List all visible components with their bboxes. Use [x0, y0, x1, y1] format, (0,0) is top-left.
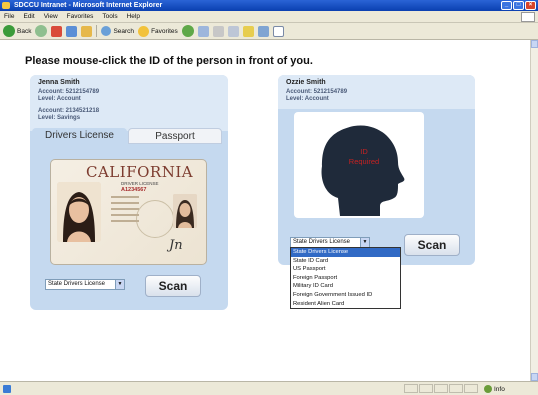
zone-icon: [484, 385, 492, 393]
menu-view[interactable]: View: [44, 13, 58, 20]
maximize-icon[interactable]: □: [513, 1, 524, 10]
window-title-bar: SDCCU Intranet - Microsoft Internet Expl…: [0, 0, 538, 11]
tab-drivers-license[interactable]: Drivers License: [32, 128, 127, 144]
vertical-scrollbar[interactable]: [530, 40, 538, 381]
mail-icon[interactable]: [212, 25, 224, 37]
close-icon[interactable]: ×: [525, 1, 536, 10]
search-button[interactable]: Search: [101, 26, 134, 36]
refresh-icon[interactable]: [66, 25, 78, 37]
page-instruction: Please mouse-click the ID of the person …: [25, 55, 313, 67]
option-foreign-passport[interactable]: Foreign Passport: [291, 274, 400, 283]
license-number: A1234567: [121, 187, 147, 193]
chevron-down-icon[interactable]: ▼: [115, 280, 124, 289]
favorites-label: Favorites: [151, 27, 178, 35]
license-signature: Jn: [169, 238, 183, 253]
left-select-value: State Drivers License: [48, 281, 106, 287]
scroll-down-icon[interactable]: [531, 373, 538, 381]
license-state: CALIFORNIA: [86, 163, 194, 181]
license-subtitle: DRIVER LICENSE: [121, 181, 159, 186]
drivers-license-card[interactable]: CALIFORNIA DRIVER LICENSE A1234567 Jn: [50, 159, 207, 265]
menu-edit[interactable]: Edit: [23, 13, 34, 20]
id-label-line2: Required: [348, 157, 380, 166]
zone-label: Info: [494, 385, 505, 393]
discuss-icon[interactable]: [272, 25, 284, 37]
option-state-drivers-license[interactable]: State Drivers License: [291, 248, 400, 257]
favorites-button[interactable]: Favorites: [138, 25, 178, 37]
id-label-line1: ID: [360, 147, 368, 156]
license-text-lines: [111, 196, 139, 226]
home-icon[interactable]: [81, 25, 93, 37]
scroll-up-icon[interactable]: [531, 40, 538, 48]
back-label: Back: [17, 27, 32, 35]
option-state-id-card[interactable]: State ID Card: [291, 257, 400, 266]
history-icon[interactable]: [197, 25, 209, 37]
search-icon: [101, 26, 112, 36]
option-foreign-government-id[interactable]: Foreign Government Issued ID: [291, 291, 400, 300]
status-bar: Info: [0, 381, 538, 395]
back-arrow-icon: [3, 25, 15, 37]
menu-favorites[interactable]: Favorites: [67, 13, 94, 20]
window-title: SDCCU Intranet - Microsoft Internet Expl…: [14, 2, 163, 9]
media-icon[interactable]: [181, 25, 194, 37]
security-zone: Info: [484, 385, 505, 393]
search-label: Search: [113, 27, 135, 35]
status-panes: [404, 384, 478, 393]
option-military-id-card[interactable]: Military ID Card: [291, 282, 400, 291]
forward-arrow-icon[interactable]: [35, 25, 48, 37]
tab-passport[interactable]: Passport: [128, 128, 222, 144]
print-icon[interactable]: [227, 25, 239, 37]
ie-icon: [2, 2, 10, 9]
window-controls: _ □ ×: [501, 1, 536, 10]
option-resident-alien-card[interactable]: Resident Alien Card: [291, 300, 400, 309]
left-person-name: Jenna Smith: [38, 79, 80, 86]
menu-tools[interactable]: Tools: [102, 13, 117, 20]
back-button[interactable]: Back: [3, 25, 31, 37]
id-type-dropdown-list[interactable]: State Drivers License State ID Card US P…: [290, 247, 401, 310]
menu-help[interactable]: Help: [127, 13, 140, 20]
folder-icon[interactable]: [242, 25, 254, 37]
menu-file[interactable]: File: [4, 13, 14, 20]
windows-logo-icon: [521, 12, 535, 22]
left-id-type-select[interactable]: State Drivers License ▼: [45, 279, 125, 290]
chevron-down-icon[interactable]: ▼: [360, 238, 369, 247]
page-done-icon: [3, 385, 11, 393]
right-account: Account: 5212154789 Level: Account: [286, 89, 348, 102]
option-us-passport[interactable]: US Passport: [291, 265, 400, 274]
minimize-icon[interactable]: _: [501, 1, 512, 10]
toolbar-separator: [96, 25, 98, 37]
left-account-1: Account: 5212154789 Level: Account: [38, 89, 100, 102]
license-photo-small: [173, 194, 197, 228]
right-select-value: State Drivers License: [293, 239, 351, 245]
left-account-2: Account: 2134521218 Level: Savings: [38, 108, 100, 121]
left-scan-button[interactable]: Scan: [145, 275, 201, 297]
license-photo: [57, 182, 101, 242]
right-person-name: Ozzie Smith: [286, 79, 326, 86]
right-scan-button[interactable]: Scan: [404, 234, 460, 256]
state-seal-icon: [136, 200, 174, 238]
edit-icon[interactable]: [257, 25, 269, 37]
menu-bar: File Edit View Favorites Tools Help: [0, 11, 538, 23]
browser-toolbar: Back Search Favorites: [0, 23, 538, 40]
stop-icon[interactable]: [51, 25, 63, 37]
star-icon: [138, 25, 150, 37]
id-required-label: ID Required: [345, 147, 383, 167]
